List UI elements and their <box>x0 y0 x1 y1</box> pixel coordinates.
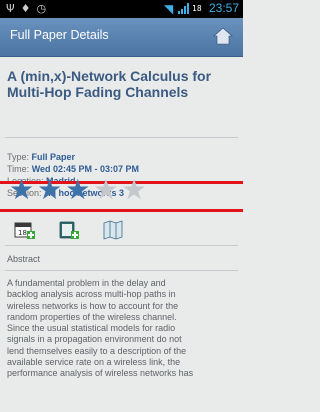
abstract-line: signals in a propagation environment do … <box>7 334 182 345</box>
usb-icon: Ψ <box>6 2 15 15</box>
abstract-line: available service rate on a wireless lin… <box>7 357 181 368</box>
divider <box>5 245 238 246</box>
svg-text:18: 18 <box>18 229 27 237</box>
abstract-line: lend themselves easily to a description … <box>7 345 187 356</box>
map-icon[interactable] <box>102 220 124 240</box>
note-add-icon[interactable] <box>58 220 80 240</box>
action-bar: Full Paper Details <box>0 18 243 57</box>
abstract-text: A fundamental problem in the delay and b… <box>7 278 239 380</box>
battery-level: 18 <box>192 4 202 13</box>
abstract-heading: Abstract <box>7 254 41 264</box>
divider <box>5 137 238 138</box>
star-icon[interactable]: ★ <box>121 176 146 204</box>
rating-stars[interactable]: ★ ★ ★ ★ ★ <box>9 176 147 204</box>
abstract-line: backlog analysis across multi-hop paths … <box>7 289 176 300</box>
android-debug-icon: ♦ <box>20 2 31 15</box>
type-row: Type: Full Paper <box>7 151 139 163</box>
type-label: Type: <box>7 152 30 162</box>
screen-title: Full Paper Details <box>10 28 109 42</box>
wifi-icon: ◥ <box>164 2 174 16</box>
type-value: Full Paper <box>31 152 76 162</box>
abstract-line: performance analysis of wireless network… <box>7 368 194 379</box>
alarm-icon: ◷ <box>36 2 47 15</box>
abstract-line: A fundamental problem in the delay and <box>7 278 166 288</box>
home-icon[interactable] <box>213 27 233 45</box>
status-bar: Ψ ♦ ◷ ◥ 18 23:57 <box>0 0 243 18</box>
action-icons: 18 <box>14 220 124 240</box>
signal-icon <box>178 3 189 14</box>
star-icon[interactable]: ★ <box>9 176 34 204</box>
calendar-add-icon[interactable]: 18 <box>14 220 36 240</box>
abstract-line: wireless networks is how to account for … <box>7 300 179 311</box>
abstract-line: random properties of the wireless channe… <box>7 311 177 322</box>
star-icon[interactable]: ★ <box>65 176 90 204</box>
paper-title: A (min,x)-Network Calculus for Multi-Hop… <box>7 68 212 100</box>
star-icon[interactable]: ★ <box>93 176 118 204</box>
abstract-line: Since the usual statistical models for r… <box>7 323 176 334</box>
red-highlight-line-bottom <box>0 209 243 212</box>
star-icon[interactable]: ★ <box>37 176 62 204</box>
notification-icons: Ψ ♦ ◷ <box>6 3 46 15</box>
status-time: 23:57 <box>208 1 239 15</box>
divider <box>5 270 238 271</box>
